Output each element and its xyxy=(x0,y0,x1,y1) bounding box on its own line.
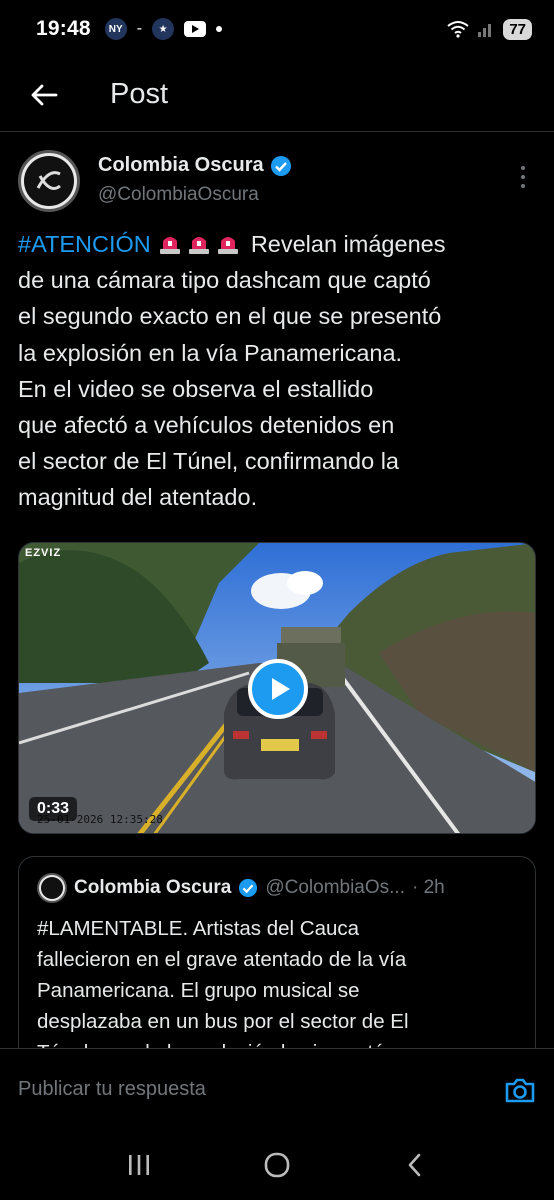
quoted-post-header: Colombia Oscura @ColombiaOs... · 2h xyxy=(37,873,521,903)
post-text-line: la explosión en la vía Panamericana. xyxy=(18,339,403,366)
page-title: Post xyxy=(110,78,169,110)
camera-icon[interactable] xyxy=(504,1076,536,1104)
post-text-line: magnitud del atentado. xyxy=(18,484,258,511)
police-light-icon xyxy=(218,237,239,254)
post-text-fragment: Revelan imágenes xyxy=(250,231,446,257)
police-light-icon xyxy=(189,237,210,254)
post-text: #ATENCIÓN Revelan imágenes de una cámara… xyxy=(18,226,538,516)
post-text-line: el segundo exacto en el que se presentó xyxy=(18,303,442,330)
post-text-line: el sector de El Túnel, confirmando la xyxy=(18,448,399,475)
more-notifications-icon xyxy=(216,26,223,32)
verified-badge-icon xyxy=(239,878,258,898)
skull-logo-icon xyxy=(36,171,61,190)
recent-apps-icon xyxy=(129,1155,149,1175)
back-button[interactable] xyxy=(24,75,64,115)
battery-level: 77 xyxy=(503,18,532,40)
police-light-icon xyxy=(160,237,181,254)
home-circle-icon xyxy=(264,1152,290,1178)
wifi-icon xyxy=(447,21,469,38)
post-author: Colombia Oscura @ColombiaOscura xyxy=(18,150,536,216)
youtube-icon xyxy=(184,21,207,37)
author-name-row[interactable]: Colombia Oscura xyxy=(98,154,292,177)
quoted-author-name: Colombia Oscura xyxy=(74,877,232,898)
top-app-bar: Post xyxy=(0,58,554,132)
reply-input[interactable]: Publicar tu respuesta xyxy=(18,1078,206,1101)
author-name[interactable]: Colombia Oscura xyxy=(98,154,264,177)
hashtag-link[interactable]: #ATENCIÓN xyxy=(18,231,151,257)
system-back-button[interactable] xyxy=(395,1145,435,1185)
more-options-button[interactable] xyxy=(516,166,530,188)
post-text-line: que afectó a vehículos detenidos en xyxy=(18,412,395,439)
video-watermark: EZVIZ xyxy=(25,547,62,559)
system-icons: 77 xyxy=(447,18,532,40)
system-navigation-bar xyxy=(0,1130,554,1200)
yankees-icon: NY xyxy=(104,18,127,40)
video-player[interactable]: EZVIZ 25-01-2026 12:35:28 0:33 xyxy=(18,542,536,834)
quoted-text-line: Panamericana. El grupo musical se xyxy=(37,979,360,1002)
video-duration: 0:33 xyxy=(29,797,78,821)
avatar-logo xyxy=(24,156,74,206)
quoted-avatar xyxy=(37,873,67,903)
chevron-left-icon xyxy=(408,1153,421,1177)
post-text-line: de una cámara tipo dashcam que captó xyxy=(18,267,431,294)
reply-composer[interactable]: Publicar tu respuesta xyxy=(0,1048,554,1130)
signal-icon xyxy=(478,24,492,37)
notification-icons: NY - ★ xyxy=(104,18,223,40)
quoted-text-line: #LAMENTABLE. Artistas del Cauca xyxy=(37,917,360,940)
astros-icon: ★ xyxy=(152,18,175,40)
author-handle[interactable]: @ColombiaOscura xyxy=(98,184,259,206)
quoted-text-line: fallecieron en el grave atentado de la v… xyxy=(37,948,407,971)
status-time: 19:48 xyxy=(36,17,91,40)
verified-badge-icon xyxy=(270,155,291,176)
play-button[interactable] xyxy=(248,659,308,719)
quoted-post-text: #LAMENTABLE. Artistas del Cauca fallecie… xyxy=(37,913,521,1068)
dash-separator: - xyxy=(136,20,143,37)
quoted-text-line: desplazaba en un bus por el sector de El xyxy=(37,1010,409,1033)
recent-apps-button[interactable] xyxy=(119,1145,159,1185)
post-text-line: #ATENCIÓN Revelan imágenes xyxy=(18,226,538,262)
arrow-left-icon xyxy=(31,84,58,105)
avatar[interactable] xyxy=(18,150,80,212)
quoted-post-time: · 2h xyxy=(412,877,445,898)
post-text-line: En el video se observa el estallido xyxy=(18,375,374,402)
home-button[interactable] xyxy=(257,1145,297,1185)
quoted-author-handle: @ColombiaOs... xyxy=(265,877,405,898)
status-bar: 19:48 NY - ★ 77 xyxy=(0,0,554,58)
